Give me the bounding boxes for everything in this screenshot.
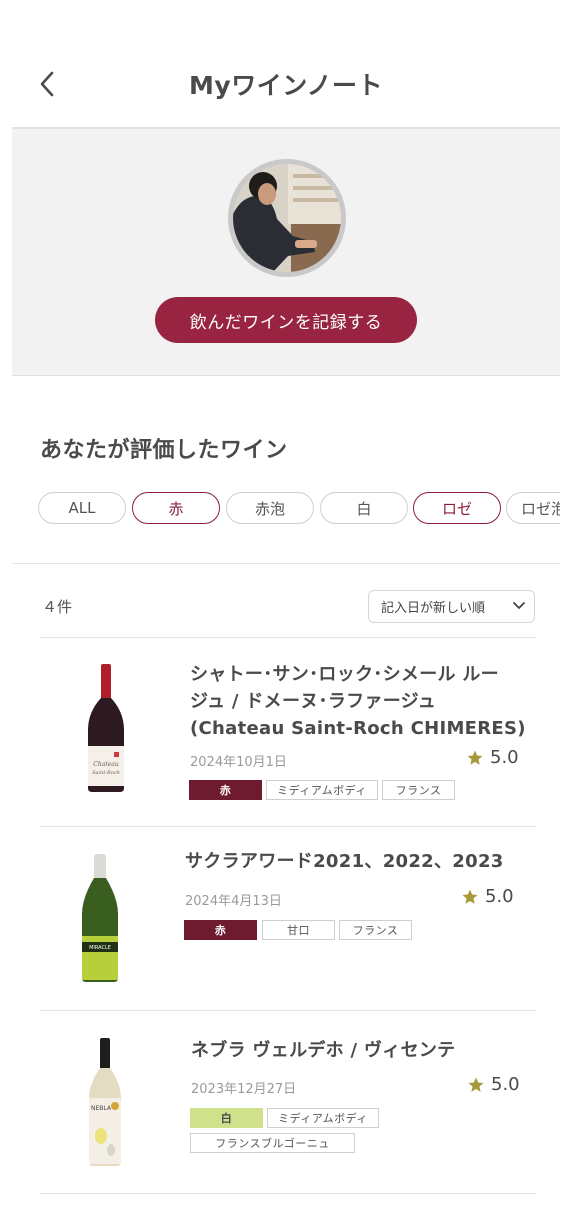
chevron-down-icon: [513, 602, 525, 609]
filter-chip-red[interactable]: 赤: [132, 492, 220, 524]
wine-type-tag: 白: [190, 1108, 263, 1128]
wine-country-tag: フランスブルゴーニュ: [190, 1133, 355, 1153]
wine-name-line: シャトー･サン･ロック･シメール ルー: [190, 664, 499, 685]
wine-type-tag: 赤: [189, 780, 262, 800]
sort-dropdown[interactable]: 記入日が新しい順: [368, 590, 535, 623]
filter-chip-all[interactable]: ALL: [38, 492, 126, 524]
wine-type-tag: 赤: [184, 920, 257, 940]
star-icon: [467, 750, 483, 765]
wine-name-line: ネブラ ヴェルデホ / ヴィセンテ: [191, 1040, 456, 1061]
row-divider: [40, 637, 536, 638]
wine-rating: 5.0: [466, 747, 519, 768]
wine-taste-tag: 甘口: [262, 920, 335, 940]
section-title: あなたが評価したワイン: [40, 438, 288, 463]
star-icon: [468, 1077, 484, 1092]
wine-date: 2024年10月1日: [190, 755, 287, 770]
filter-chip-rose[interactable]: ロゼ: [413, 492, 501, 524]
row-divider: [40, 1010, 536, 1011]
app-header: Myワインノート: [0, 0, 572, 129]
star-icon: [462, 889, 478, 904]
wine-name-line: ジュ / ドメーヌ･ラファージュ: [190, 691, 437, 712]
record-wine-button[interactable]: 飲んだワインを記録する: [155, 297, 417, 343]
rating-value: 5.0: [491, 1074, 520, 1095]
result-count: ４件: [42, 598, 73, 616]
profile-section: 飲んだワインを記録する: [12, 129, 560, 376]
wine-date: 2023年12月27日: [191, 1082, 297, 1097]
rating-value: 5.0: [485, 886, 514, 907]
wine-date: 2024年4月13日: [185, 894, 282, 909]
wine-body-tag: ミディアムボディ: [266, 780, 378, 800]
svg-text:Chateau: Chateau: [93, 761, 119, 768]
wine-name[interactable]: ネブラ ヴェルデホ / ヴィセンテ: [191, 1037, 531, 1064]
svg-text:MIRACLE: MIRACLE: [89, 945, 111, 951]
svg-text:Saint-Roch: Saint-Roch: [92, 770, 120, 776]
wine-country-tag: フランス: [382, 780, 455, 800]
wine-country-tag: フランス: [339, 920, 412, 940]
avatar[interactable]: [228, 159, 346, 277]
wine-body-tag: ミディアムボディ: [267, 1108, 379, 1128]
wine-name-line: サクラアワード2021、2022、2023: [185, 851, 504, 872]
wine-bottle-image: NEBLA: [89, 1038, 121, 1166]
wine-rating: 5.0: [461, 886, 514, 907]
filter-chip-red-sparkling[interactable]: 赤泡: [226, 492, 314, 524]
list-divider: [12, 563, 560, 564]
wine-name[interactable]: サクラアワード2021、2022、2023: [185, 848, 535, 875]
rating-value: 5.0: [490, 747, 519, 768]
filter-chip-white[interactable]: 白: [320, 492, 408, 524]
wine-bottle-image: MIRACLE: [82, 854, 118, 982]
filter-chip-rose-sparkling[interactable]: ロゼ泡: [506, 492, 560, 524]
wine-rating: 5.0: [467, 1074, 520, 1095]
svg-text:NEBLA: NEBLA: [91, 1105, 112, 1112]
wine-name-line: (Chateau Saint-Roch CHIMERES): [190, 718, 526, 739]
sort-label: 記入日が新しい順: [381, 601, 486, 616]
avatar-photo: [233, 164, 341, 272]
row-divider: [40, 1193, 536, 1194]
page-title: Myワインノート: [189, 71, 383, 100]
row-divider: [40, 826, 536, 827]
wine-bottle-image: Chateau Saint-Roch: [88, 664, 124, 792]
filter-chips: ALL 赤 赤泡 白 ロゼ ロゼ泡: [38, 492, 560, 524]
wine-name[interactable]: シャトー･サン･ロック･シメール ルー ジュ / ドメーヌ･ラファージュ (Ch…: [190, 661, 530, 742]
